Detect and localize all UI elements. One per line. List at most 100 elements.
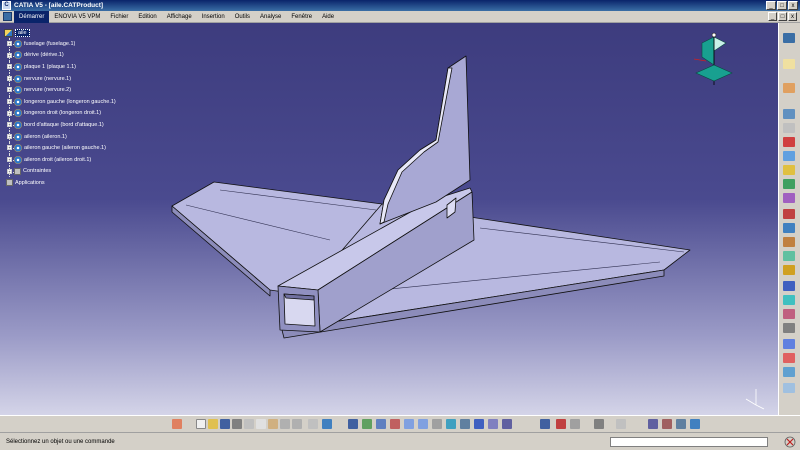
tree-item[interactable]: + nervure (nervure.2) <box>4 84 116 96</box>
zoom-in-icon[interactable] <box>404 419 414 429</box>
expand-icon[interactable]: + <box>7 168 12 174</box>
expand-icon[interactable]: + <box>7 52 12 58</box>
replace-icon[interactable] <box>783 165 795 175</box>
tree-item-applications[interactable]: Applications <box>4 177 116 188</box>
menu-insertion[interactable]: Insertion <box>197 11 230 23</box>
filter-icon[interactable] <box>662 419 672 429</box>
shading-icon[interactable] <box>474 419 484 429</box>
iso-view-icon[interactable] <box>460 419 470 429</box>
expand-icon[interactable]: + <box>7 133 12 139</box>
print-icon[interactable] <box>232 419 242 429</box>
menu-fenetre[interactable]: Fenêtre <box>286 11 317 23</box>
specifications-icon[interactable] <box>540 419 550 429</box>
generate-numbering-icon[interactable] <box>783 193 795 203</box>
menu-edition[interactable]: Edition <box>133 11 161 23</box>
select-icon[interactable] <box>783 59 795 69</box>
coincidence-icon[interactable] <box>783 209 795 219</box>
menu-affichage[interactable]: Affichage <box>162 11 197 23</box>
tree-item[interactable]: + dérive (dérive.1) <box>4 49 116 62</box>
fix-icon[interactable] <box>783 265 795 275</box>
expand-icon[interactable]: + <box>7 156 12 162</box>
expand-icon[interactable]: + <box>7 122 12 128</box>
undo-history-icon[interactable] <box>308 419 318 429</box>
expand-icon[interactable]: + <box>7 41 12 46</box>
stop-command-icon[interactable] <box>784 436 796 448</box>
normal-view-icon[interactable] <box>432 419 442 429</box>
close-button[interactable]: x <box>788 1 798 10</box>
snap-icon[interactable] <box>783 295 795 305</box>
menu-outils[interactable]: Outils <box>230 11 255 23</box>
swap-visible-icon[interactable] <box>502 419 512 429</box>
explode-icon[interactable] <box>783 309 795 319</box>
part-insert-icon[interactable] <box>783 137 795 147</box>
tree-item[interactable]: + aileron droit (aileron droit.1) <box>4 153 116 166</box>
undo-icon[interactable] <box>280 419 290 429</box>
menu-aide[interactable]: Aide <box>317 11 339 23</box>
expand-icon[interactable]: + <box>7 87 12 93</box>
analysis-icon[interactable] <box>690 419 700 429</box>
tree-item[interactable]: + aileron (aileron.1) <box>4 130 116 143</box>
aircraft-model[interactable] <box>0 23 778 415</box>
whats-this-icon[interactable] <box>322 419 332 429</box>
new-icon[interactable] <box>196 419 206 429</box>
doc-minimize-button[interactable]: _ <box>768 12 777 21</box>
multi-view-icon[interactable] <box>446 419 456 429</box>
geometry-overview-icon[interactable] <box>570 419 580 429</box>
doc-close-button[interactable]: x <box>788 12 797 21</box>
compass-toggle-icon[interactable] <box>556 419 566 429</box>
paste-icon[interactable] <box>268 419 278 429</box>
search-icon[interactable] <box>676 419 686 429</box>
doc-maximize-button[interactable]: □ <box>778 12 787 21</box>
save-icon[interactable] <box>220 419 230 429</box>
tree-item[interactable]: + longeron gauche (longeron gauche.1) <box>4 95 116 108</box>
expand-icon[interactable]: + <box>7 98 12 104</box>
contact-icon[interactable] <box>783 223 795 233</box>
clash-icon[interactable] <box>783 323 795 333</box>
redo-icon[interactable] <box>292 419 302 429</box>
sectioning-icon[interactable] <box>783 367 795 377</box>
grid-icon[interactable] <box>172 419 182 429</box>
assembly-icon[interactable] <box>783 109 795 119</box>
catia-logo-icon[interactable] <box>783 383 795 393</box>
catalog-icon[interactable] <box>783 83 795 93</box>
zoom-out-icon[interactable] <box>418 419 428 429</box>
tree-item[interactable]: + nervure (nervure.1) <box>4 72 116 85</box>
menu-demarrer[interactable]: Démarrer <box>14 10 50 23</box>
existing-component-icon[interactable] <box>783 151 795 161</box>
tree-item[interactable]: + bord d'attaque (bord d'attaque.1) <box>4 119 116 131</box>
expand-icon[interactable]: + <box>7 75 12 81</box>
measure-between-icon[interactable] <box>594 419 604 429</box>
menu-analyse[interactable]: Analyse <box>255 11 286 23</box>
offset-icon[interactable] <box>783 237 795 247</box>
angle-icon[interactable] <box>783 251 795 261</box>
open-icon[interactable] <box>208 419 218 429</box>
tree-item[interactable]: + longeron droit (longeron droit.1) <box>4 107 116 120</box>
menu-enovia[interactable]: ENOVIA V5 VPM <box>49 11 105 23</box>
update-icon[interactable] <box>783 339 795 349</box>
pan-icon[interactable] <box>376 419 386 429</box>
menu-fichier[interactable]: Fichier <box>105 11 133 23</box>
expand-icon[interactable]: + <box>7 110 12 116</box>
measure-icon[interactable] <box>783 353 795 363</box>
tree-item[interactable]: + aileron gauche (aileron gauche.1) <box>4 142 116 154</box>
3d-viewport[interactable]: aile + fuselage (fuselage.1) + dérive (dér… <box>0 23 778 415</box>
tree-item[interactable]: + fuselage (fuselage.1) <box>4 38 116 50</box>
toolbar-tool-icon[interactable] <box>783 33 795 43</box>
fit-all-icon[interactable] <box>362 419 372 429</box>
expand-icon[interactable]: + <box>7 64 12 70</box>
copy-icon[interactable] <box>256 419 266 429</box>
manipulate-icon[interactable] <box>783 281 795 291</box>
graph-tree-icon[interactable] <box>783 179 795 189</box>
tree-item-constraints[interactable]: + Contraintes <box>4 165 116 178</box>
power-input-field[interactable] <box>610 437 768 447</box>
quick-select-icon[interactable] <box>648 419 658 429</box>
device-icon[interactable] <box>616 419 626 429</box>
specification-tree[interactable]: aile + fuselage (fuselage.1) + dérive (dér… <box>4 27 116 188</box>
hide-show-icon[interactable] <box>488 419 498 429</box>
cut-icon[interactable] <box>244 419 254 429</box>
tree-item[interactable]: + plaque 1 (plaque 1.1) <box>4 61 116 73</box>
component-icon[interactable] <box>783 123 795 133</box>
tree-root[interactable]: aile <box>4 27 116 38</box>
compass-icon[interactable] <box>684 31 744 91</box>
minimize-button[interactable]: _ <box>766 1 776 10</box>
